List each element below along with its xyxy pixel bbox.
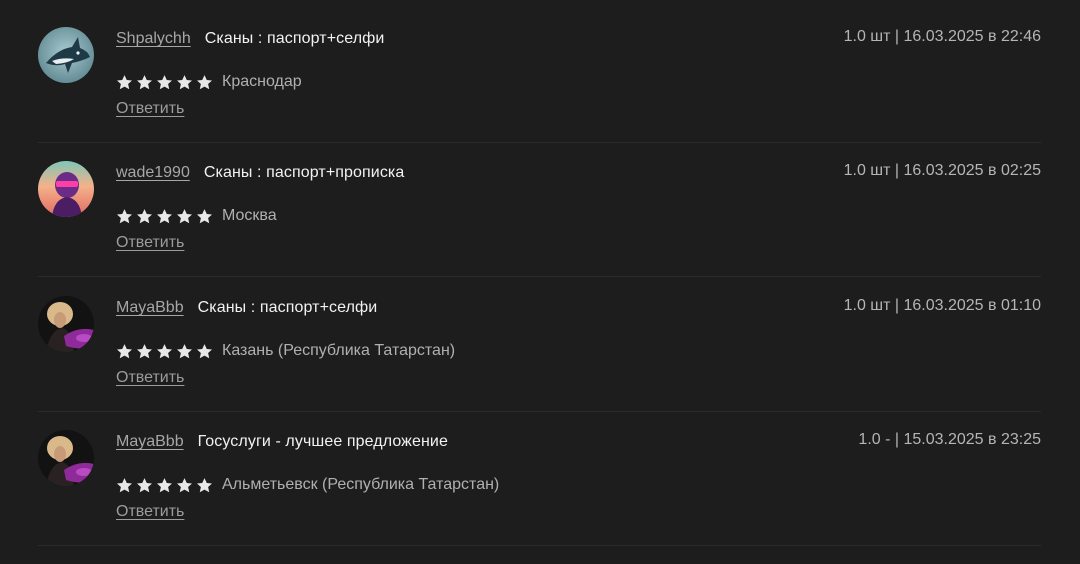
star-icon: [136, 477, 153, 492]
star-icon: [196, 343, 213, 358]
star-icon: [156, 343, 173, 358]
user-avatar[interactable]: [38, 296, 94, 352]
city-label: Казань (Республика Татарстан): [222, 342, 456, 359]
review-item: MayaBbb Госуслуги - лучшее предложение 1…: [38, 412, 1041, 546]
product-title: Сканы : паспорт+прописка: [203, 164, 405, 181]
user-avatar[interactable]: [38, 27, 94, 83]
city-label: Москва: [222, 207, 277, 224]
review-item: MayaBbb Сканы : паспорт+селфи 1.0 шт | 1…: [38, 278, 1041, 412]
review-meta: 1.0 шт | 16.03.2025 в 22:46: [843, 28, 1041, 45]
username-link[interactable]: MayaBbb: [116, 299, 184, 317]
star-icon: [116, 477, 133, 492]
shark-avatar-icon: [38, 27, 94, 83]
review-meta: 1.0 - | 15.03.2025 в 23:25: [858, 431, 1041, 448]
username-link[interactable]: wade1990: [116, 164, 190, 182]
city-label: Альметьевск (Республика Татарстан): [222, 476, 500, 493]
woman-car-avatar-icon: [38, 296, 94, 352]
woman-car-avatar-icon: [38, 430, 94, 486]
reply-link[interactable]: Ответить: [116, 100, 184, 118]
star-icon: [116, 343, 133, 358]
star-rating: [116, 477, 216, 494]
user-avatar[interactable]: [38, 430, 94, 486]
reply-link[interactable]: Ответить: [116, 234, 184, 252]
username-link[interactable]: Shpalychh: [116, 30, 191, 48]
user-avatar[interactable]: [38, 161, 94, 217]
city-label: Краснодар: [222, 73, 302, 90]
star-icon: [176, 208, 193, 223]
star-icon: [196, 208, 213, 223]
star-icon: [176, 343, 193, 358]
star-icon: [136, 343, 153, 358]
star-rating: [116, 208, 216, 225]
star-icon: [116, 74, 133, 89]
star-icon: [156, 477, 173, 492]
star-rating: [116, 343, 216, 360]
star-icon: [176, 74, 193, 89]
reply-link[interactable]: Ответить: [116, 369, 184, 387]
neon-portrait-avatar-icon: [38, 161, 94, 217]
review-item: wade1990 Сканы : паспорт+прописка 1.0 шт…: [38, 143, 1041, 277]
star-icon: [176, 477, 193, 492]
star-icon: [156, 74, 173, 89]
product-title: Сканы : паспорт+селфи: [197, 299, 378, 316]
product-title: Госуслуги - лучшее предложение: [197, 433, 448, 450]
review-meta: 1.0 шт | 16.03.2025 в 01:10: [843, 297, 1041, 314]
star-icon: [116, 208, 133, 223]
star-icon: [196, 74, 213, 89]
star-icon: [136, 208, 153, 223]
username-link[interactable]: MayaBbb: [116, 433, 184, 451]
review-item: Shpalychh Сканы : паспорт+селфи 1.0 шт |…: [38, 9, 1041, 143]
star-icon: [196, 477, 213, 492]
product-title: Сканы : паспорт+селфи: [204, 30, 385, 47]
review-meta: 1.0 шт | 16.03.2025 в 02:25: [843, 162, 1041, 179]
star-icon: [136, 74, 153, 89]
reply-link[interactable]: Ответить: [116, 503, 184, 521]
star-rating: [116, 74, 216, 91]
star-icon: [156, 208, 173, 223]
